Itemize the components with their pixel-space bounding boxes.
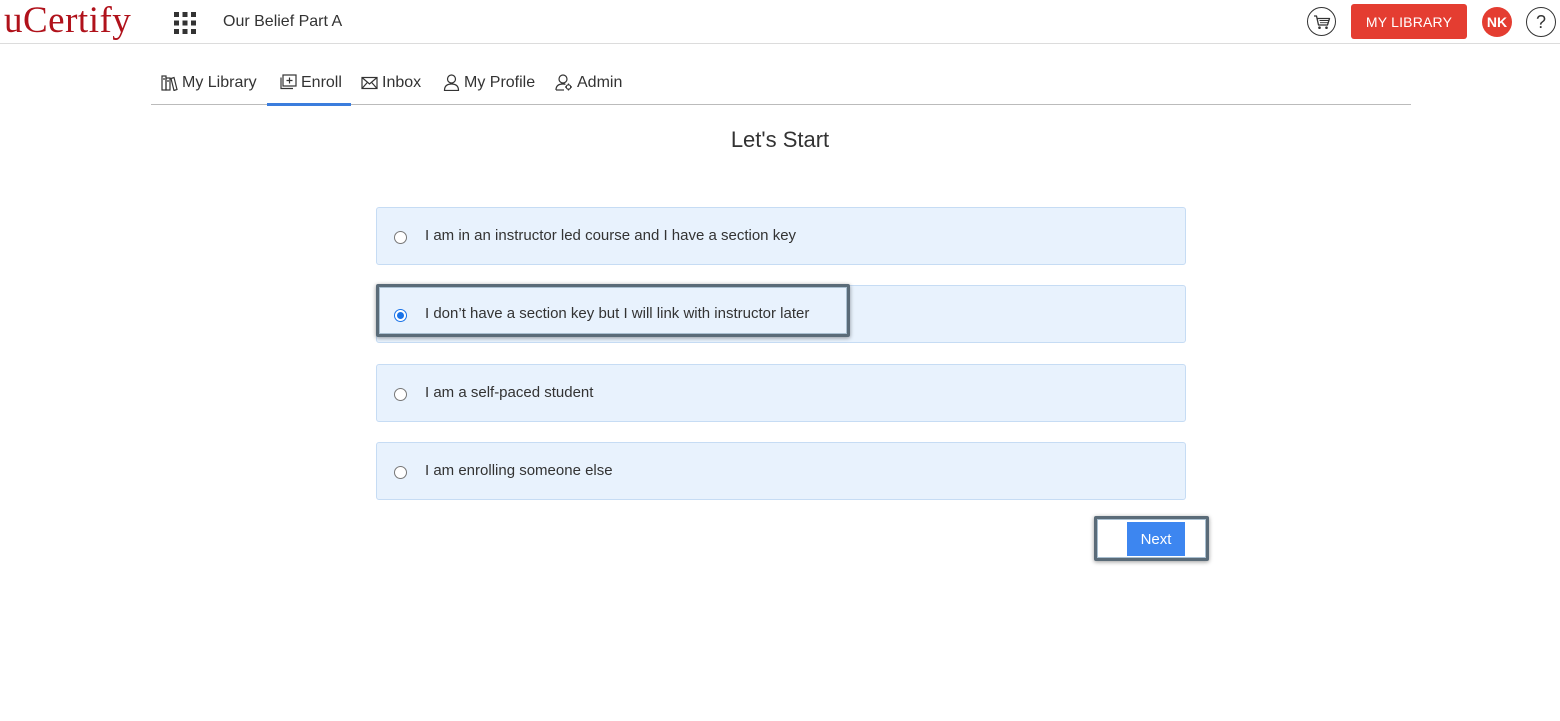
page-title: Let's Start	[730, 127, 830, 152]
option-label: I don’t have a section key but I will li…	[425, 305, 810, 322]
course-title[interactable]: Our Belief Part A	[223, 13, 342, 31]
nav-item-label: Enroll	[301, 73, 342, 91]
nav-item-my-library[interactable]: My Library	[161, 62, 257, 105]
cart-button[interactable]	[1307, 7, 1336, 36]
enroll-icon	[280, 74, 297, 90]
option-label: I am enrolling someone else	[425, 462, 613, 479]
option-radio[interactable]	[394, 388, 407, 401]
option-radio[interactable]	[394, 231, 407, 244]
option-label: I am in an instructor led course and I h…	[425, 227, 797, 244]
next-button-focus-frame: Next	[1094, 516, 1209, 561]
my-library-button[interactable]: MY LIBRARY	[1351, 4, 1467, 39]
inbox-icon	[361, 76, 378, 89]
profile-icon	[443, 74, 460, 91]
cart-icon	[1313, 14, 1330, 29]
help-button[interactable]: ?	[1526, 7, 1556, 37]
top-bar: uCertify Our Belief Part A MY LIBRARY NK…	[0, 0, 1560, 44]
nav-item-label: Inbox	[382, 73, 422, 91]
option-self-paced[interactable]: I am a self-paced student	[376, 364, 1186, 422]
option-enrolling-someone-else[interactable]: I am enrolling someone else	[376, 442, 1186, 500]
nav-item-my-profile[interactable]: My Profile	[443, 62, 535, 105]
ucertify-logo[interactable]: uCertify	[4, 0, 131, 42]
apps-grid-icon[interactable]	[173, 11, 197, 35]
option-no-section-key[interactable]: I don’t have a section key but I will li…	[376, 285, 1186, 343]
option-radio[interactable]	[394, 466, 407, 479]
option-radio[interactable]	[394, 309, 407, 322]
user-avatar[interactable]: NK	[1482, 7, 1512, 37]
nav-item-label: My Profile	[464, 73, 536, 91]
admin-icon	[555, 74, 572, 91]
main-nav: My Library Enroll Inbox My Profile Admin	[151, 62, 1411, 106]
next-button[interactable]: Next	[1127, 522, 1185, 556]
nav-item-inbox[interactable]: Inbox	[361, 62, 421, 105]
library-icon	[161, 75, 178, 91]
option-instructor-led-with-key[interactable]: I am in an instructor led course and I h…	[376, 207, 1186, 265]
nav-item-admin[interactable]: Admin	[555, 62, 622, 105]
nav-item-enroll[interactable]: Enroll	[267, 62, 351, 106]
option-label: I am a self-paced student	[425, 384, 594, 401]
nav-item-label: Admin	[577, 73, 623, 91]
nav-item-label: My Library	[182, 73, 257, 91]
